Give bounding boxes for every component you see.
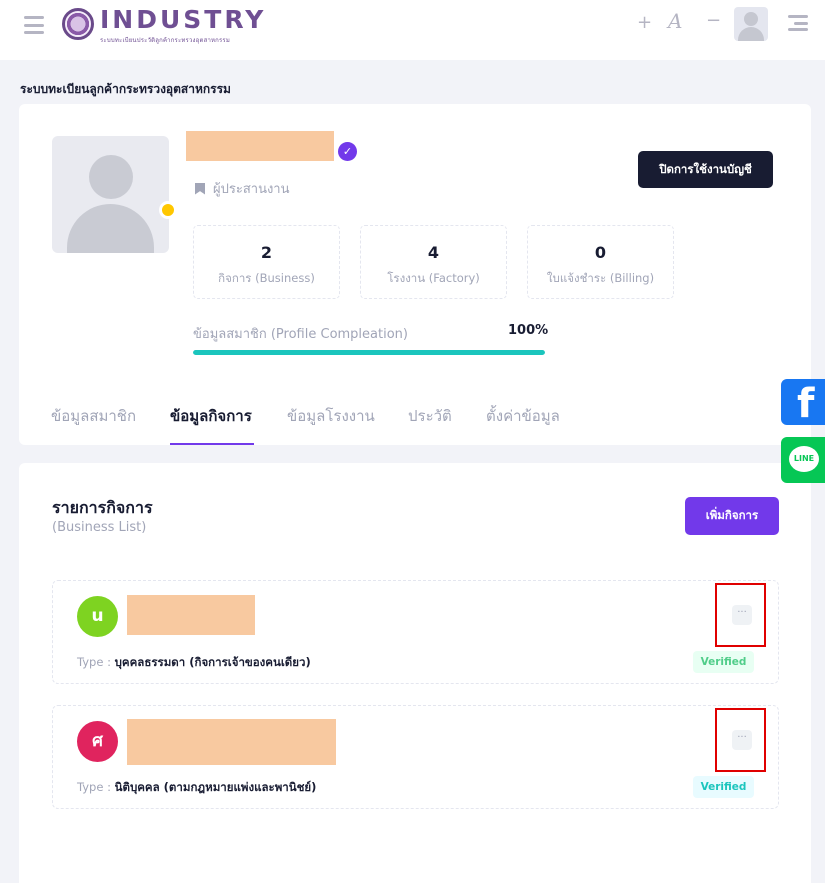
list-item[interactable]: u Type : บุคคลธรรมดา (กิจการเจ้าของคนเดี…	[52, 580, 779, 684]
business-avatar: ศ	[77, 721, 118, 762]
tab-history[interactable]: ประวัติ	[408, 404, 452, 428]
profile-name-redacted	[186, 131, 334, 161]
stat-value: 0	[594, 243, 607, 262]
profile-card: ✓ ผู้ประสานงาน ปิดการใช้งานบัญชี 2 กิจกา…	[19, 104, 811, 445]
profile-photo	[52, 136, 169, 253]
stat-billing: 0 ใบแจ้งชำระ (Billing)	[527, 225, 674, 299]
type-value: นิติบุคคล (ตามกฎหมายแพ่งและพานิชย์)	[114, 780, 317, 794]
business-name-redacted	[127, 595, 255, 635]
font-size-icon[interactable]: A	[668, 9, 682, 33]
stat-label: กิจการ (Business)	[218, 271, 315, 285]
more-options-icon[interactable]: ···	[732, 730, 752, 750]
list-item[interactable]: ศ Type : นิติบุคคล (ตามกฎหมายแพ่งและพานิ…	[52, 705, 779, 809]
logo-subtitle: ระบบทะเบียนประวัติลูกค้ากระทรวงอุตสาหกรร…	[100, 37, 231, 44]
progress-label: ข้อมูลสมาชิก (Profile Compleation)	[193, 327, 408, 342]
type-key: Type :	[77, 655, 115, 669]
stat-value: 2	[260, 243, 273, 262]
tab-settings[interactable]: ตั้งค่าข้อมูล	[486, 404, 560, 428]
font-increase-button[interactable]: +	[637, 12, 652, 33]
logo-word: INDUSTRY	[100, 5, 267, 34]
business-list-card: รายการกิจการ (Business List) เพิ่มกิจการ…	[19, 463, 811, 883]
active-tab-underline	[170, 443, 254, 445]
hamburger-menu-icon[interactable]	[24, 16, 44, 34]
profile-role: ผู้ประสานงาน	[195, 178, 290, 199]
business-avatar: u	[77, 596, 118, 637]
bookmark-icon	[195, 182, 205, 195]
stat-value: 4	[427, 243, 440, 262]
facebook-button[interactable]: f	[781, 379, 825, 427]
tab-factory-info[interactable]: ข้อมูลโรงงาน	[287, 404, 375, 428]
progress-fill	[193, 350, 545, 355]
add-business-button[interactable]: เพิ่มกิจการ	[685, 497, 779, 535]
more-options-icon[interactable]: ···	[732, 605, 752, 625]
line-button[interactable]: LINE	[781, 437, 825, 483]
tab-member-info[interactable]: ข้อมูลสมาชิก	[51, 404, 136, 428]
online-status-dot	[159, 201, 177, 219]
stat-label: โรงงาน (Factory)	[387, 271, 480, 285]
top-bar: INDUSTRY ระบบทะเบียนประวัติลูกค้ากระทรวง…	[0, 0, 825, 60]
business-list-title: รายการกิจการ	[52, 498, 153, 517]
progress-percent: 100%	[508, 323, 549, 338]
role-label: ผู้ประสานงาน	[213, 182, 290, 197]
status-badge: Verified	[693, 651, 754, 673]
type-key: Type :	[77, 780, 115, 794]
business-name-redacted	[127, 719, 336, 765]
facebook-icon: f	[797, 381, 815, 427]
ministry-emblem-icon	[62, 8, 94, 40]
deactivate-account-button[interactable]: ปิดการใช้งานบัญชี	[638, 151, 773, 188]
check-badge-icon: ✓	[338, 142, 357, 161]
status-badge: Verified	[693, 776, 754, 798]
font-decrease-button[interactable]: −	[706, 10, 721, 31]
stat-label: ใบแจ้งชำระ (Billing)	[546, 271, 655, 285]
tab-business-info[interactable]: ข้อมูลกิจการ	[170, 404, 252, 428]
business-type: Type : บุคคลธรรมดา (กิจการเจ้าของคนเดียว…	[77, 654, 311, 672]
logo[interactable]: INDUSTRY ระบบทะเบียนประวัติลูกค้ากระทรวง…	[62, 5, 272, 46]
profile-progress-bar	[193, 350, 545, 355]
page-title: ระบบทะเบียนลูกค้ากระทรวงอุตสาหกรรม	[20, 82, 231, 96]
stat-factory: 4 โรงงาน (Factory)	[360, 225, 507, 299]
stat-business: 2 กิจการ (Business)	[193, 225, 340, 299]
user-avatar[interactable]	[734, 7, 768, 41]
line-icon: LINE	[789, 446, 819, 472]
right-menu-icon[interactable]	[788, 15, 808, 31]
type-value: บุคคลธรรมดา (กิจการเจ้าของคนเดียว)	[114, 655, 311, 669]
business-type: Type : นิติบุคคล (ตามกฎหมายแพ่งและพานิชย…	[77, 779, 316, 797]
business-list-subtitle: (Business List)	[52, 520, 147, 535]
